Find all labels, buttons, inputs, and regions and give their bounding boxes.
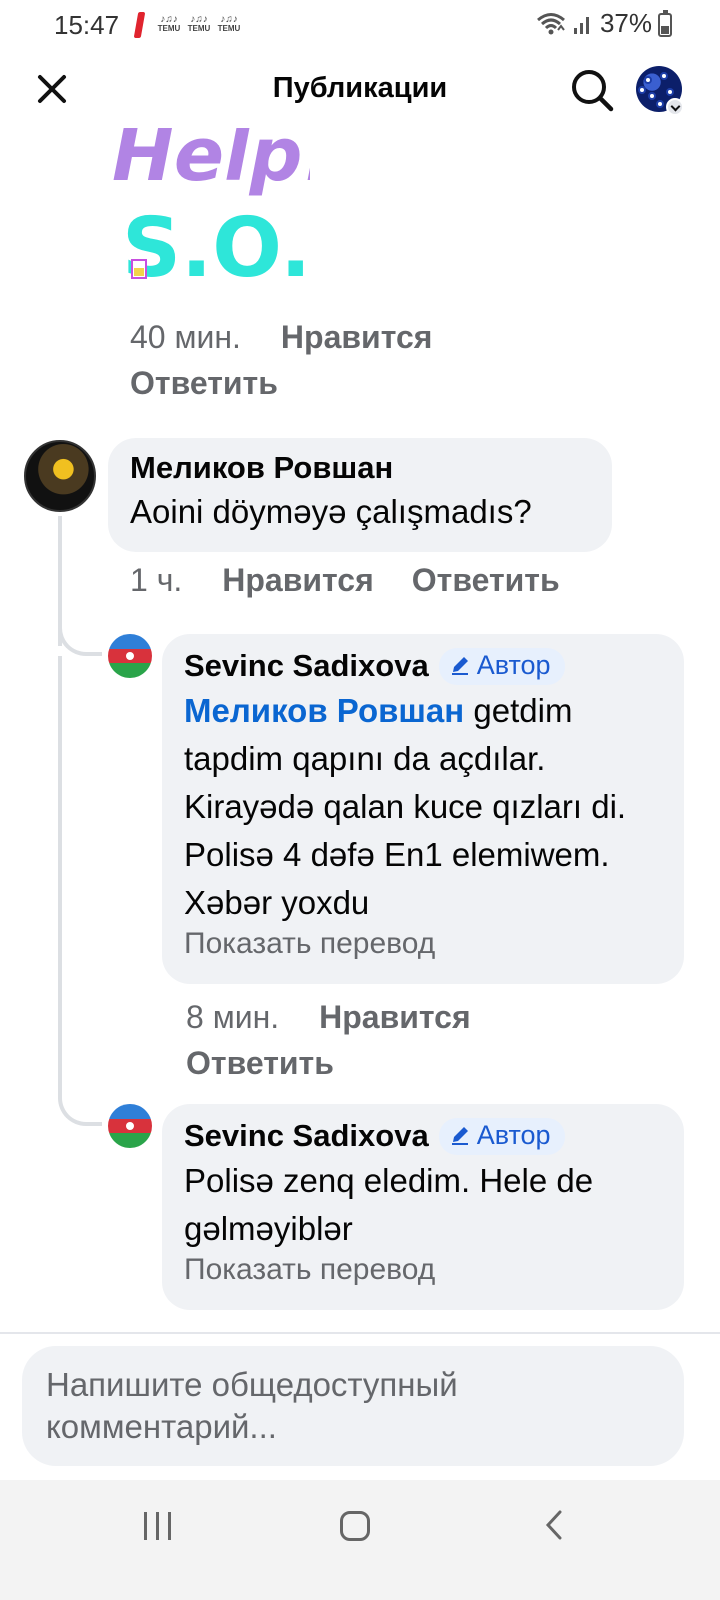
sticker-line1: Help! <box>112 128 310 198</box>
status-time: 15:47 <box>54 10 120 40</box>
comment-author[interactable]: Меликов Ровшан <box>130 450 590 486</box>
thread-line <box>58 656 62 1096</box>
thread-connector <box>58 620 102 656</box>
comment-bubble[interactable]: Меликов Ровшан Aoini döyməyə çalışmadıs? <box>108 438 612 552</box>
home-icon[interactable] <box>340 1511 370 1541</box>
signal-icon <box>573 16 589 34</box>
avatar[interactable] <box>108 1104 152 1148</box>
comment-author-line: Sevinc Sadixova Автор <box>184 1118 662 1155</box>
comment-author[interactable]: Sevinc Sadixova <box>184 648 429 683</box>
system-nav-bar <box>0 1480 720 1600</box>
recent-apps-icon[interactable] <box>142 1512 174 1540</box>
comment-time: 8 мин. <box>186 999 280 1035</box>
comment-meta: 8 мин. Нравится Ответить <box>186 994 566 1086</box>
temu-notification-icon: ♪♫♪ TEMU <box>157 14 181 34</box>
comment-text: Меликов Ровшан getdim tapdim qapını da a… <box>184 692 627 921</box>
back-icon[interactable] <box>544 1510 564 1540</box>
header: Публикации <box>0 52 720 128</box>
author-badge: Автор <box>438 1118 565 1155</box>
comment-text: Aoini döyməyə çalışmadıs? <box>130 493 532 530</box>
temu-notification-icon: ♪♫♪ TEMU <box>187 14 211 34</box>
battery-percent: 37% <box>599 8 652 38</box>
status-bar: 15:47 ♪♫♪ TEMU ♪♫♪ TEMU ♪♫♪ TEMU 37% <box>0 0 720 52</box>
comment-author[interactable]: Sevinc Sadixova <box>184 1118 429 1153</box>
reply-button[interactable]: Ответить <box>130 365 278 401</box>
temu-notification-icon: ♪♫♪ TEMU <box>217 14 241 34</box>
flag-avatar-icon <box>108 634 152 678</box>
like-button[interactable]: Нравится <box>222 562 374 598</box>
chevron-down-icon[interactable] <box>666 98 684 116</box>
show-translation-link[interactable]: Показать перевод <box>184 1253 662 1287</box>
comment-text: Polisə zenq eledim. Hele de gəlməyiblər <box>184 1162 594 1247</box>
avatar[interactable] <box>24 440 96 512</box>
like-button[interactable]: Нравится <box>319 999 471 1035</box>
comment-meta: 1 ч. Нравится Ответить <box>130 562 598 599</box>
comment-author-line: Sevinc Sadixova Автор <box>184 648 662 685</box>
mention-link[interactable]: Меликов Ровшан <box>184 692 464 729</box>
search-icon[interactable] <box>568 66 616 114</box>
thread-connector <box>58 1090 102 1126</box>
notification-icon <box>133 12 146 38</box>
like-button[interactable]: Нравится <box>281 319 433 355</box>
comment-bubble[interactable]: Sevinc Sadixova Автор Меликов Ровшан getd… <box>162 634 684 984</box>
comment-bubble[interactable]: Sevinc Sadixova Автор Polisə zenq eledim.… <box>162 1104 684 1310</box>
pencil-icon <box>451 1127 468 1145</box>
comment-time: 40 мин. <box>130 319 241 355</box>
flag-avatar-icon <box>108 1104 152 1148</box>
avatar[interactable] <box>108 634 152 678</box>
sticker-image[interactable]: Help! S.O.S <box>110 128 310 288</box>
wifi-icon <box>536 12 565 34</box>
comment-time: 1 ч. <box>130 562 183 598</box>
comment-input-placeholder: Напишите общедоступный комментарий... <box>46 1366 458 1445</box>
reply-button[interactable]: Ответить <box>186 1045 334 1081</box>
show-translation-link[interactable]: Показать перевод <box>184 927 662 961</box>
pencil-icon <box>451 657 468 675</box>
comment-meta: 40 мин. Нравится Ответить <box>130 314 490 406</box>
comment-input[interactable]: Напишите общедоступный комментарий... <box>22 1346 684 1466</box>
battery-icon <box>658 10 672 37</box>
reply-button[interactable]: Ответить <box>412 562 560 598</box>
author-badge: Автор <box>438 648 565 685</box>
sticker-line2: S.O.S <box>122 201 310 288</box>
